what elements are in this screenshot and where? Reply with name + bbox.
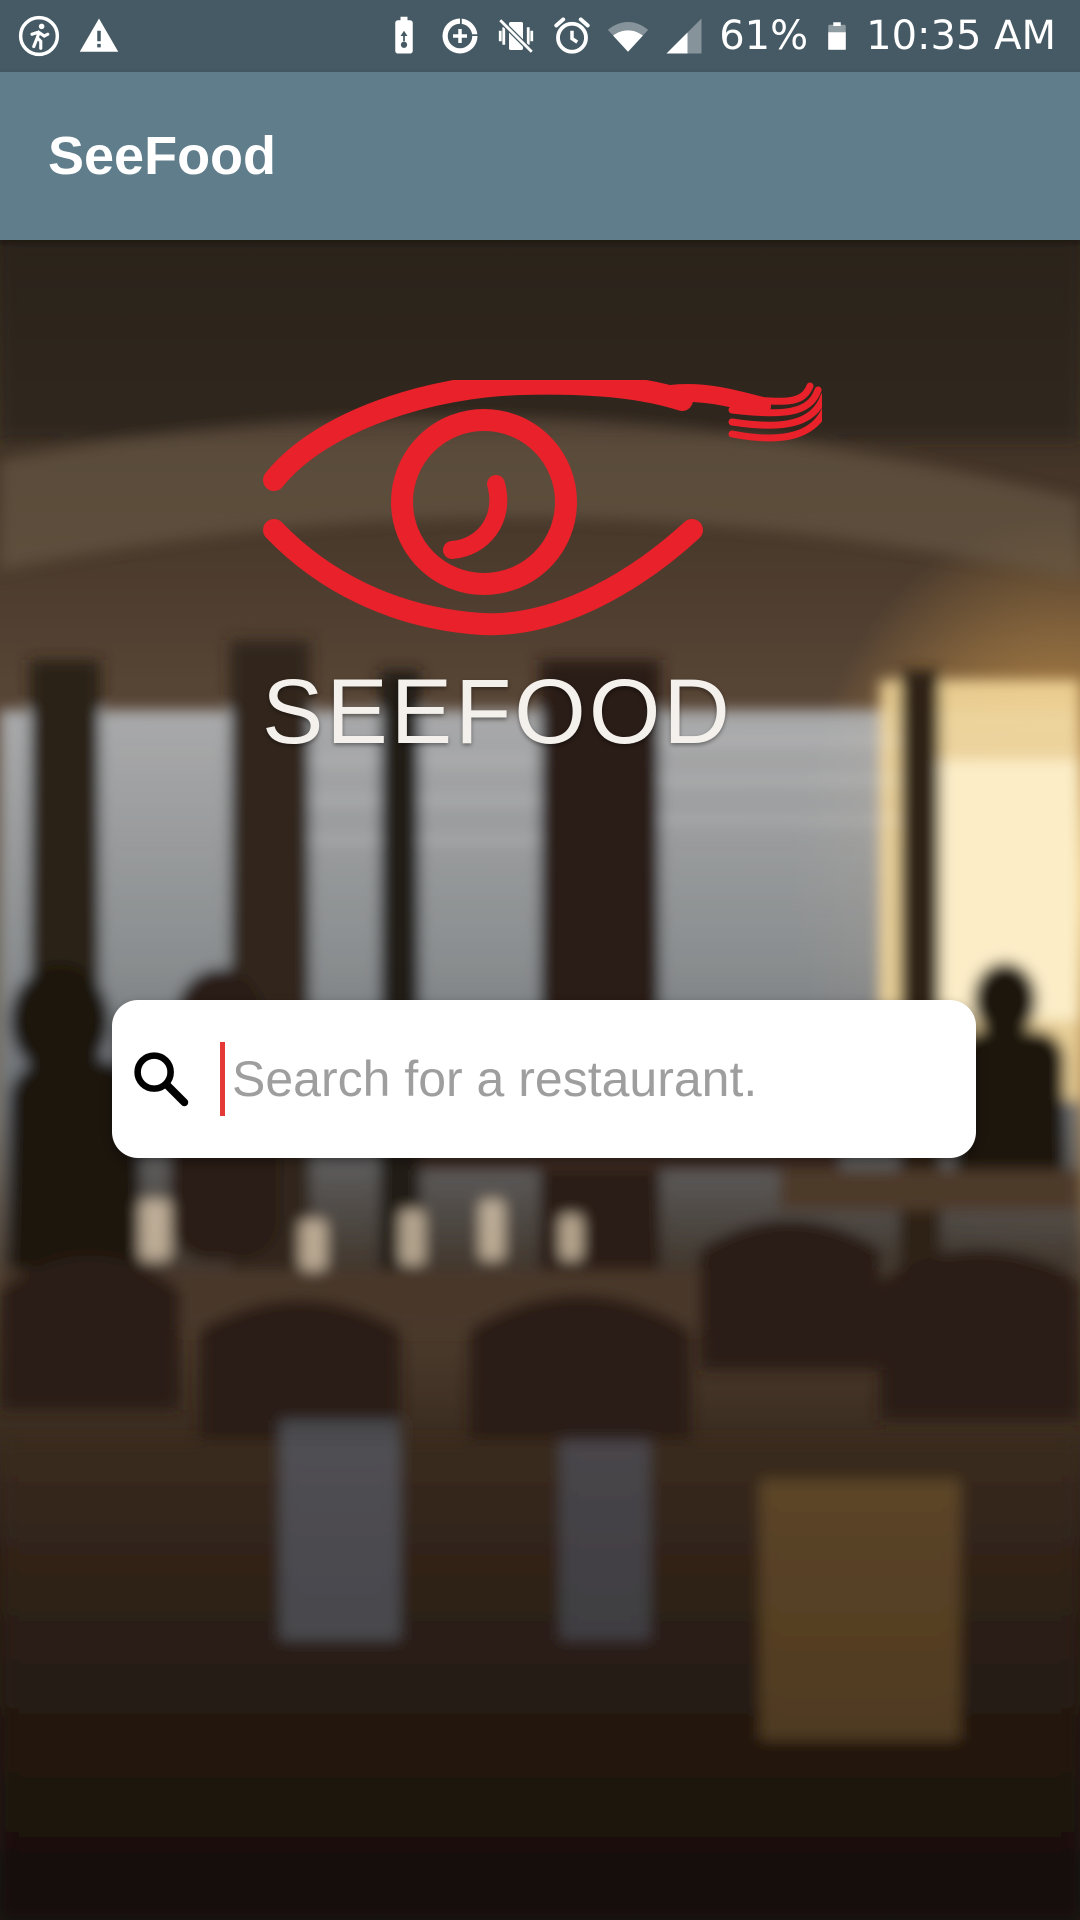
search-icon[interactable] — [128, 1046, 194, 1112]
clock: 10:35 AM — [866, 13, 1056, 59]
data-saver-icon — [442, 18, 478, 54]
warning-icon — [79, 18, 119, 52]
status-bar: 61% 10:35 AM — [0, 0, 1080, 72]
alarm-icon — [554, 17, 590, 54]
status-left-icons — [18, 14, 120, 58]
app-title: SeeFood — [48, 126, 277, 186]
running-icon — [18, 15, 60, 57]
eye-fork-logo-graphic — [263, 380, 822, 636]
vibrate-icon — [498, 18, 534, 54]
status-right-icons: 61% 10:35 AM — [383, 10, 1056, 62]
battery-percent: 61% — [719, 13, 809, 59]
search-bar[interactable] — [112, 1000, 976, 1158]
search-input[interactable] — [222, 1030, 932, 1128]
wifi-icon — [608, 22, 649, 52]
battery-saver-icon — [395, 16, 413, 54]
signal-icon — [666, 18, 702, 54]
app-bar: SeeFood — [0, 72, 1080, 240]
battery-icon — [828, 22, 846, 50]
seefood-logo: SEEFOOD — [262, 380, 822, 780]
logo-wordmark: SEEFOOD — [262, 661, 733, 763]
screen: 61% 10:35 AM SeeFood SEEFOOD Search for … — [0, 0, 1080, 1920]
